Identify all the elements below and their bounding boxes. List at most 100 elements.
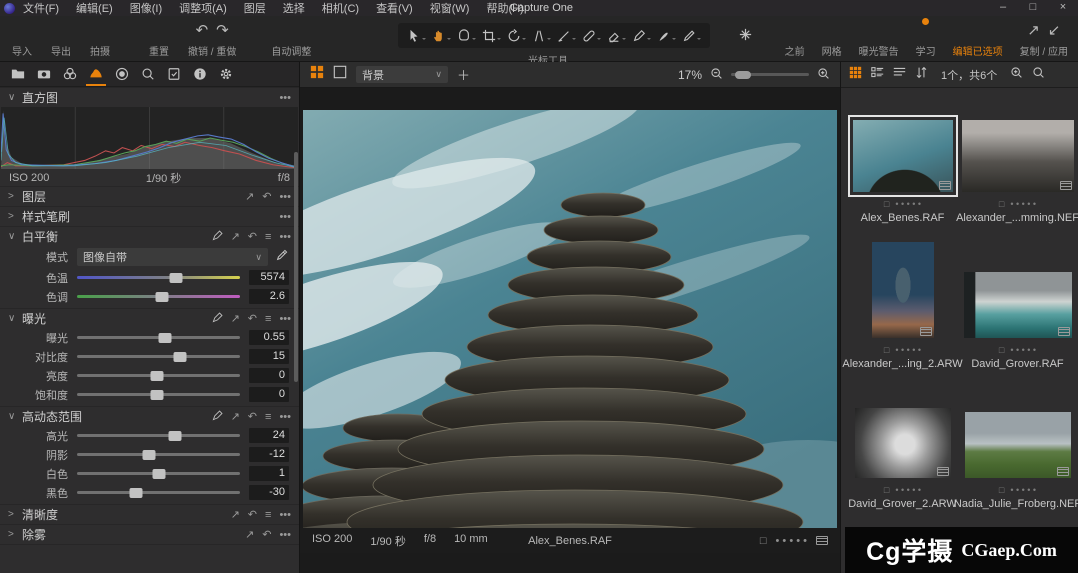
white-balance-header[interactable]: ∨ 白平衡 ↗ ↶ ≡ ••• [0,226,299,246]
search-icon[interactable] [1032,66,1045,84]
menu-edit[interactable]: 编辑(E) [76,0,113,16]
thumbnail[interactable]: □ • • • • • Alexander_...mming.NEF [960,120,1075,226]
thumbnail-image[interactable] [964,272,1072,338]
capture-button[interactable]: 拍摄 [90,21,110,58]
clarity-header[interactable]: > 清晰度 ↗ ↶ ≡ ••• [0,504,299,524]
thumbnail-image[interactable] [855,408,951,478]
collapse-chevron-icon[interactable]: ∨ [8,411,22,422]
learn-button[interactable]: 学习 [916,21,936,58]
collapse-chevron-icon[interactable]: ∨ [8,231,22,242]
add-layer-button[interactable]: ＋ [457,65,470,84]
reset-section-icon[interactable]: ↶ [248,508,257,521]
tab-library-folder-icon[interactable] [8,63,28,86]
histogram-header[interactable]: ∨ 直方图 ••• [0,87,299,107]
rotate-tool-icon[interactable] [507,29,526,43]
loupe-tool-icon[interactable] [457,29,476,43]
slider-handle[interactable] [129,488,142,498]
tab-info-icon[interactable] [190,63,210,86]
crop-tool-icon[interactable] [482,29,501,43]
multi-view-icon[interactable] [310,65,324,84]
more-options-icon[interactable]: ••• [279,211,291,223]
menu-adjustments[interactable]: 调整项(A) [179,0,227,16]
single-view-icon[interactable] [333,65,347,84]
rating-dots[interactable]: • • • • • [895,345,921,355]
rating-dots[interactable]: • • • • • [895,199,921,209]
tab-focus-magnifier-icon[interactable] [138,63,158,86]
layers-header[interactable]: > 图层 ↗ ↶ ••• [0,186,299,206]
edit-selected-button[interactable]: 编辑已选项 [953,21,1003,58]
pencil-tool-icon[interactable] [682,29,701,43]
brush-local-icon[interactable] [212,410,223,424]
more-options-icon[interactable]: ••• [279,191,291,203]
collapse-chevron-icon[interactable]: ∨ [8,313,22,324]
presets-menu-icon[interactable]: ≡ [265,509,271,521]
exposure-warning-button[interactable]: 曝光警告 [859,21,899,58]
compact-list-icon[interactable] [893,66,906,84]
undo-icon[interactable]: ↶ [196,21,209,40]
more-options-icon[interactable]: ••• [279,313,291,325]
highlight-value[interactable]: 24 [249,428,289,443]
slider-handle[interactable] [150,390,163,400]
shadow-slider[interactable] [77,453,240,456]
menu-layers[interactable]: 图层 [244,0,266,16]
magic-sparkle-icon[interactable] [738,27,753,47]
menu-file[interactable]: 文件(F) [23,0,59,16]
thumbnail[interactable]: □ • • • • • Nadia_Julie_Froberg.NEF [960,412,1075,512]
tint-slider[interactable] [77,295,240,298]
white-slider[interactable] [77,472,240,475]
menu-camera[interactable]: 相机(C) [322,0,359,16]
fill-brush-tool-icon[interactable] [657,29,676,43]
menu-window[interactable]: 视窗(W) [430,0,470,16]
viewer-zoom-slider[interactable] [731,73,809,76]
thumbnail-image[interactable] [872,242,934,338]
temperature-value[interactable]: 5574 [249,270,289,285]
expand-chevron-icon[interactable]: > [8,509,22,520]
copy-apply-button[interactable]: ↗ ↙ 复制 / 应用 [1020,21,1068,58]
grid-view-icon[interactable] [849,66,862,84]
viewer-layer-select[interactable]: 背景 ∨ [356,66,448,83]
menu-select[interactable]: 选择 [283,0,305,16]
thumbnail[interactable]: □ • • • • • Alexander_...ing_2.ARW [845,242,960,372]
presets-menu-icon[interactable]: ≡ [265,411,271,423]
exposure-value[interactable]: 0.55 [249,330,289,345]
copy-arrow-icon[interactable]: ↗ [1027,21,1040,40]
brightness-value[interactable]: 0 [249,368,289,383]
contrast-value[interactable]: 15 [249,349,289,364]
black-value[interactable]: -30 [249,485,289,500]
rating-dots[interactable]: • • • • • [1010,485,1036,495]
exposure-slider[interactable] [77,336,240,339]
menu-view[interactable]: 查看(V) [376,0,413,16]
eraser-tool-icon[interactable] [607,29,626,43]
thumbnail[interactable]: □ • • • • • Alex_Benes.RAF [845,120,960,226]
restore-button[interactable]: □ [1018,0,1048,16]
minimize-button[interactable]: – [988,0,1018,16]
style-brush-header[interactable]: > 样式笔刷 ••• [0,206,299,226]
zoom-percent[interactable]: 17% [678,68,702,82]
keystone-tool-icon[interactable] [532,29,551,43]
brightness-slider[interactable] [77,374,240,377]
tab-color-wheel-icon[interactable] [60,63,80,86]
temperature-slider[interactable] [77,276,240,279]
thumbnail-image-selected[interactable] [853,120,953,192]
menu-image[interactable]: 图像(I) [130,0,162,16]
more-options-icon[interactable]: ••• [279,411,291,423]
zoom-out-icon[interactable] [710,67,723,83]
copy-adjustments-icon[interactable]: ↗ [231,508,240,521]
rating-dots[interactable]: • • • • • [895,485,921,495]
auto-adjust-button[interactable]: 自动调整 [271,21,311,58]
filter-magnifier-icon[interactable] [1010,66,1023,84]
copy-adjustments-icon[interactable]: ↗ [245,190,254,203]
shadow-value[interactable]: -12 [249,447,289,462]
sort-icon[interactable] [915,66,928,84]
list-view-icon[interactable] [871,66,884,84]
export-button[interactable]: 导出 [51,21,71,58]
thumbnail[interactable]: □ • • • • • David_Grover_2.ARW [845,408,960,512]
select-checkbox[interactable]: □ [760,535,767,547]
reset-button[interactable]: 重置 [149,21,169,58]
expand-chevron-icon[interactable]: > [8,211,22,222]
tab-output-clipboard-icon[interactable] [164,63,184,86]
tab-adjustments-selected-icon[interactable] [86,63,106,86]
pick-wb-pen-icon[interactable] [212,230,223,244]
zoom-slider-thumb[interactable] [735,71,751,79]
select-checkbox[interactable]: □ [999,199,1004,209]
